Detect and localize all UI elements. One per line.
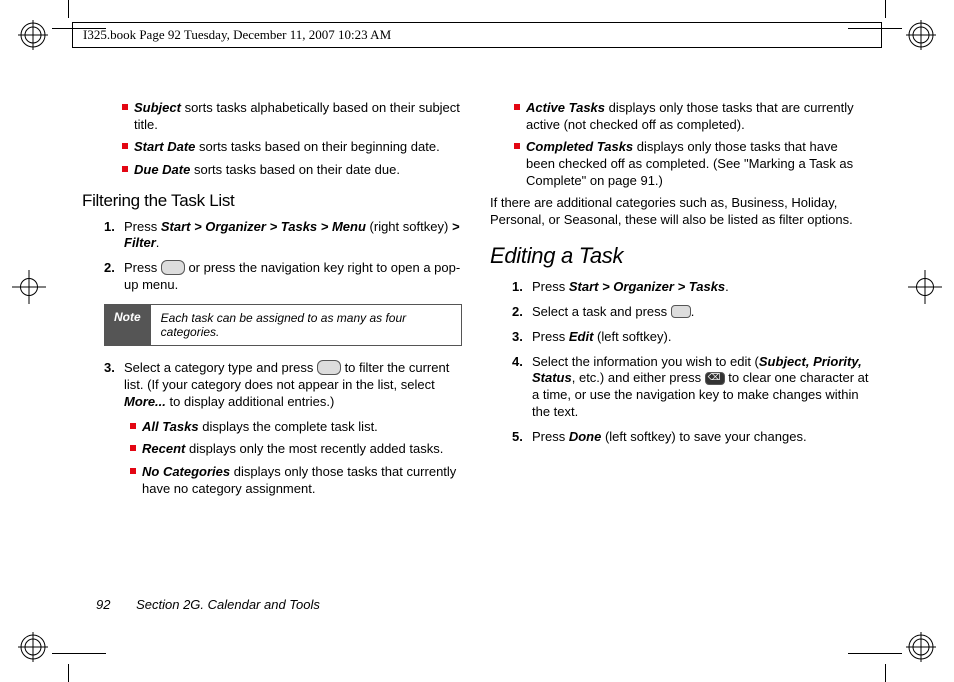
bullet-icon — [514, 104, 520, 110]
note-text: Each task can be assigned to as many as … — [151, 304, 462, 346]
filter-steps: Press Start > Organizer > Tasks > Menu (… — [104, 219, 462, 295]
page-source-text: I325.book Page 92 Tuesday, December 11, … — [83, 27, 391, 42]
ok-key-icon — [317, 360, 341, 375]
crop-line — [848, 653, 902, 654]
heading-filtering: Filtering the Task List — [82, 191, 462, 211]
cat-all-tasks: All Tasks displays the complete task lis… — [130, 419, 462, 436]
page-content: Subject sorts tasks alphabetically based… — [82, 100, 872, 602]
edit-step-2: Select a task and press . — [512, 304, 870, 321]
crop-cross-right — [908, 270, 942, 304]
bullet-icon — [130, 445, 136, 451]
backspace-key-icon — [705, 372, 725, 385]
bullet-icon — [122, 143, 128, 149]
filter-step-3: Select a category type and press to filt… — [104, 360, 462, 497]
filter-step-1: Press Start > Organizer > Tasks > Menu (… — [104, 219, 462, 253]
heading-editing: Editing a Task — [490, 243, 870, 269]
section-label: Section 2G. Calendar and Tools — [136, 597, 320, 612]
term: Due Date — [134, 162, 190, 177]
crop-cross-left — [12, 270, 46, 304]
term: Subject — [134, 100, 181, 115]
registration-mark-tr — [898, 12, 944, 58]
ok-key-icon — [671, 305, 691, 318]
extra-categories-para: If there are additional categories such … — [490, 195, 870, 229]
cat-no-categories: No Categories displays only those tasks … — [130, 464, 462, 497]
cat-completed-tasks: Completed Tasks displays only those task… — [514, 139, 870, 189]
edit-steps: Press Start > Organizer > Tasks. Select … — [512, 279, 870, 446]
bullet-icon — [130, 423, 136, 429]
filter-step-2: Press or press the navigation key right … — [104, 260, 462, 294]
right-column: Active Tasks displays only those tasks t… — [490, 100, 870, 602]
cat-recent: Recent displays only the most recently a… — [130, 441, 462, 458]
sort-option-subject: Subject sorts tasks alphabetically based… — [122, 100, 462, 133]
crop-line — [885, 664, 886, 682]
bullet-icon — [122, 104, 128, 110]
registration-mark-br — [898, 624, 944, 670]
desc: sorts tasks based on their beginning dat… — [195, 139, 439, 154]
edit-step-3: Press Edit (left softkey). — [512, 329, 870, 346]
edit-step-1: Press Start > Organizer > Tasks. — [512, 279, 870, 296]
sort-option-start-date: Start Date sorts tasks based on their be… — [122, 139, 462, 156]
crop-line — [52, 653, 106, 654]
left-column: Subject sorts tasks alphabetically based… — [82, 100, 462, 602]
note-box: Note Each task can be assigned to as man… — [104, 304, 462, 346]
edit-step-4: Select the information you wish to edit … — [512, 354, 870, 422]
crop-line — [68, 664, 69, 682]
bullet-icon — [130, 468, 136, 474]
page-number: 92 — [96, 597, 110, 612]
desc: sorts tasks based on their date due. — [190, 162, 400, 177]
cat-active-tasks: Active Tasks displays only those tasks t… — [514, 100, 870, 133]
page-footer: 92 Section 2G. Calendar and Tools — [96, 597, 320, 612]
crop-line — [885, 0, 886, 18]
edit-step-5: Press Done (left softkey) to save your c… — [512, 429, 870, 446]
note-label: Note — [104, 304, 151, 346]
page-source-header: I325.book Page 92 Tuesday, December 11, … — [72, 22, 882, 48]
ok-key-icon — [161, 260, 185, 275]
crop-line — [68, 0, 69, 18]
registration-mark-tl — [10, 12, 56, 58]
registration-mark-bl — [10, 624, 56, 670]
bullet-icon — [122, 166, 128, 172]
bullet-icon — [514, 143, 520, 149]
sort-option-due-date: Due Date sorts tasks based on their date… — [122, 162, 462, 179]
desc: sorts tasks alphabetically based on thei… — [134, 100, 460, 132]
term: Start Date — [134, 139, 195, 154]
filter-steps-cont: Select a category type and press to filt… — [104, 360, 462, 497]
